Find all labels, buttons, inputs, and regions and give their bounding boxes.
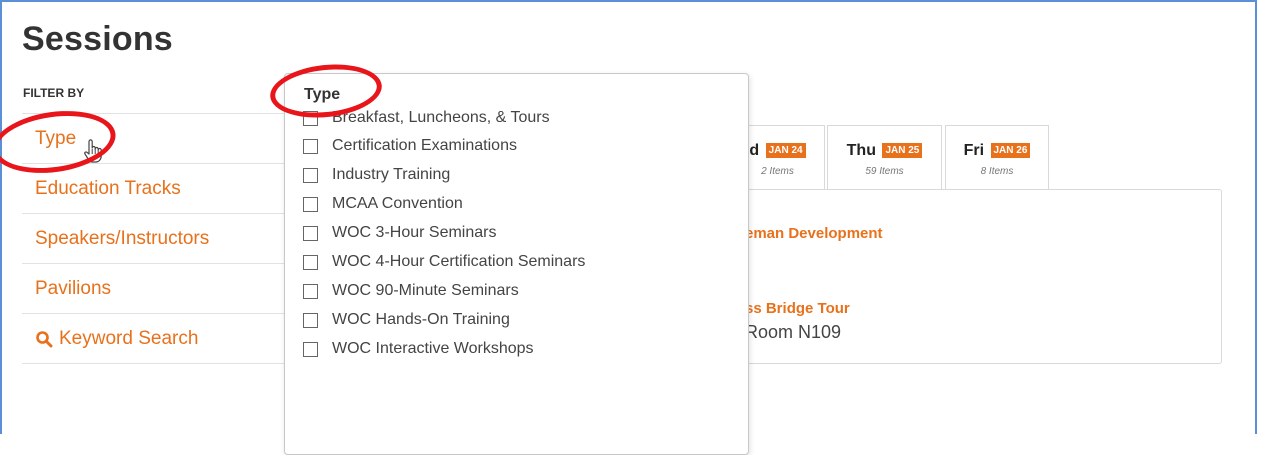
filter-pavilions[interactable]: Pavilions	[22, 264, 292, 314]
checkbox[interactable]	[303, 110, 318, 126]
page-title: Sessions	[22, 20, 173, 58]
type-option-woc-3-hour-seminars[interactable]: WOC 3-Hour Seminars	[303, 223, 496, 243]
date-badge: JAN 24	[765, 143, 806, 158]
hand-pointer-icon	[82, 138, 106, 164]
type-option-woc-interactive-workshops[interactable]: WOC Interactive Workshops	[303, 339, 534, 359]
option-label: MCAA Convention	[332, 195, 463, 212]
checkbox[interactable]	[303, 167, 318, 183]
date-badge: JAN 26	[990, 143, 1031, 158]
tab-item-count: 59 Items	[865, 166, 904, 177]
option-label: WOC Hands-On Training	[332, 311, 510, 328]
filter-type-label: Type	[35, 127, 77, 149]
filter-keyword-search-label: Keyword Search	[59, 327, 199, 349]
tab-day-label: d	[749, 142, 760, 159]
type-filter-dropdown: Type Breakfast, Luncheons, & Tours Certi…	[284, 73, 749, 455]
checkbox[interactable]	[303, 341, 318, 357]
checkbox[interactable]	[303, 138, 318, 154]
checkbox[interactable]	[303, 283, 318, 299]
checkbox[interactable]	[303, 312, 318, 328]
session-link[interactable]: ss Bridge Tour	[745, 300, 850, 317]
checkbox[interactable]	[303, 225, 318, 241]
option-label: WOC 4-Hour Certification Seminars	[332, 253, 586, 270]
filter-speakers-instructors-label: Speakers/Instructors	[35, 227, 210, 249]
option-label: Breakfast, Luncheons, & Tours	[332, 109, 550, 126]
dropdown-title: Type	[304, 86, 341, 103]
option-label: Certification Examinations	[332, 137, 517, 154]
tab-day-label: Fri	[963, 142, 985, 159]
filter-pavilions-label: Pavilions	[35, 277, 112, 299]
filter-type[interactable]: Type	[22, 114, 292, 164]
filter-by-label: FILTER BY	[23, 86, 85, 100]
type-option-mcaa-convention[interactable]: MCAA Convention	[303, 194, 463, 214]
tab-day-label: Thu	[846, 142, 876, 159]
filter-list: Type Education Tracks Speakers/Instructo…	[22, 113, 292, 364]
option-label: WOC 90-Minute Seminars	[332, 282, 519, 299]
filter-speakers-instructors[interactable]: Speakers/Instructors	[22, 214, 292, 264]
date-badge: JAN 25	[882, 143, 923, 158]
checkbox[interactable]	[303, 196, 318, 212]
tab-fri-jan-26[interactable]: Fri JAN 26 8 Items	[945, 125, 1049, 189]
type-option-certification-examinations[interactable]: Certification Examinations	[303, 136, 517, 156]
session-link[interactable]: eman Development	[745, 225, 883, 242]
filter-education-tracks[interactable]: Education Tracks	[22, 164, 292, 214]
search-icon	[35, 330, 53, 348]
session-room: Room N109	[745, 322, 842, 342]
type-option-woc-4-hour-certification-seminars[interactable]: WOC 4-Hour Certification Seminars	[303, 252, 585, 272]
tab-item-count: 8 Items	[980, 166, 1014, 177]
type-option-woc-hands-on-training[interactable]: WOC Hands-On Training	[303, 310, 510, 330]
type-option-industry-training[interactable]: Industry Training	[303, 165, 450, 185]
tab-thu-jan-25[interactable]: Thu JAN 25 59 Items	[827, 125, 942, 189]
option-label: WOC 3-Hour Seminars	[332, 224, 497, 241]
filter-education-tracks-label: Education Tracks	[35, 177, 181, 199]
type-option-woc-90-minute-seminars[interactable]: WOC 90-Minute Seminars	[303, 281, 519, 301]
option-label: WOC Interactive Workshops	[332, 340, 534, 357]
filter-keyword-search[interactable]: Keyword Search	[22, 314, 292, 364]
type-option-breakfast-luncheons-tours[interactable]: Breakfast, Luncheons, & Tours	[303, 108, 550, 128]
option-label: Industry Training	[332, 166, 451, 183]
checkbox[interactable]	[303, 254, 318, 270]
